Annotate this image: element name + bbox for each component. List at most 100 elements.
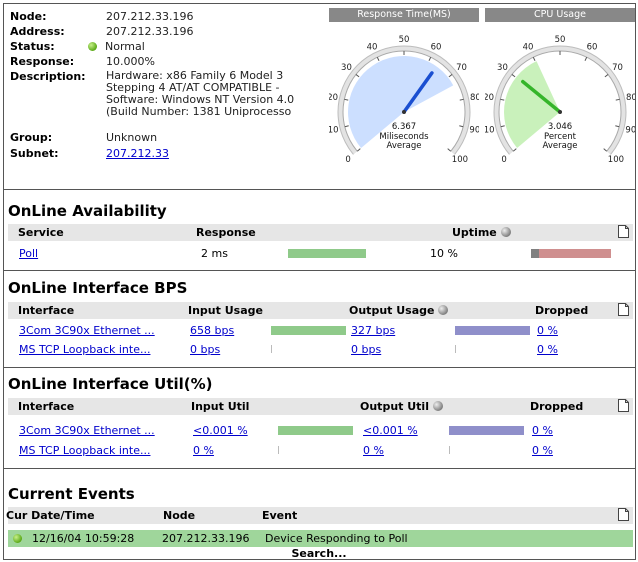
- group-value: Unknown: [106, 131, 158, 144]
- sort-icon[interactable]: [438, 305, 449, 315]
- gauge-scale-label: 80: [626, 93, 635, 103]
- col-uptime-label: Uptime: [452, 226, 497, 239]
- gauge-scale-label: 50: [555, 35, 566, 45]
- table-row: MS TCP Loopback inte... 0 % 0 % 0 %: [8, 442, 633, 459]
- col-output-usage[interactable]: Output Usage: [349, 304, 449, 317]
- output-usage-bar: [455, 345, 456, 353]
- input-util-bar: [278, 446, 279, 454]
- sort-icon[interactable]: [432, 401, 443, 411]
- gauge-hub: [402, 110, 406, 114]
- interface-link[interactable]: 3Com 3C90x Ethernet ...: [19, 324, 155, 337]
- event-node: 207.212.33.196: [162, 532, 250, 545]
- event-row[interactable]: 12/16/04 10:59:28 207.212.33.196 Device …: [8, 530, 633, 547]
- sort-icon[interactable]: [500, 227, 511, 237]
- gauge-scale-label: 70: [612, 63, 623, 73]
- gauge-scale-label: 60: [587, 42, 598, 52]
- status-value: Normal: [88, 40, 145, 53]
- dropped-link[interactable]: 0 %: [537, 324, 558, 337]
- status-ok-icon: [88, 42, 97, 51]
- gauge-dial: 01020304050607080901006.367MilisecondsAv…: [329, 35, 479, 174]
- gauge-unit-sub: Average: [387, 141, 422, 151]
- input-usage-link[interactable]: 0 bps: [190, 343, 220, 356]
- document-icon[interactable]: [618, 303, 629, 316]
- description-line: (Build Number: 1381 Uniprocesso: [106, 105, 292, 118]
- section-divider: [3, 270, 636, 271]
- search-link[interactable]: Search...: [0, 547, 638, 560]
- availability-header: Service Response Uptime: [8, 224, 633, 241]
- bps-title: OnLine Interface BPS: [8, 279, 188, 297]
- node-value: 207.212.33.196: [106, 10, 194, 23]
- response-label: Response:: [10, 55, 75, 68]
- gauge-scale-label: 10: [485, 126, 495, 136]
- col-interface: Interface: [18, 304, 75, 317]
- output-util-bar: [449, 426, 524, 435]
- input-util-link[interactable]: <0.001 %: [193, 424, 248, 437]
- status-text: Normal: [105, 40, 145, 53]
- document-icon[interactable]: [618, 225, 629, 238]
- input-util-link[interactable]: 0 %: [193, 444, 214, 457]
- gauge-scale-label: 0: [501, 155, 506, 165]
- output-util-link[interactable]: <0.001 %: [363, 424, 418, 437]
- interface-link[interactable]: MS TCP Loopback inte...: [19, 343, 150, 356]
- subnet-label: Subnet:: [10, 147, 59, 160]
- event-datetime: 12/16/04 10:59:28: [32, 532, 135, 545]
- bps-header: Interface Input Usage Output Usage Dropp…: [8, 302, 633, 319]
- dropped-link[interactable]: 0 %: [537, 343, 558, 356]
- col-event: Event: [262, 509, 298, 522]
- output-usage-bar: [455, 326, 530, 335]
- col-uptime[interactable]: Uptime: [452, 226, 511, 239]
- gauge-scale-label: 70: [456, 63, 467, 73]
- response-bar: [288, 249, 367, 258]
- gauge-scale-label: 100: [608, 155, 624, 165]
- col-input-util: Input Util: [191, 400, 250, 413]
- service-link[interactable]: Poll: [19, 247, 38, 260]
- output-usage-link[interactable]: 0 bps: [351, 343, 381, 356]
- events-header: Cur Date/Time Node Event: [6, 507, 633, 524]
- section-divider: [3, 367, 636, 368]
- address-label: Address:: [10, 25, 65, 38]
- gauge-title: CPU Usage: [485, 8, 635, 22]
- util-title: OnLine Interface Util(%): [8, 375, 213, 393]
- table-row: Poll 2 ms 10 %: [8, 245, 633, 262]
- dropped-link[interactable]: 0 %: [532, 444, 553, 457]
- gauge-scale-label: 100: [452, 155, 468, 165]
- output-util-bar: [449, 446, 450, 454]
- subnet-value: 207.212.33: [106, 147, 169, 160]
- section-divider: [3, 189, 636, 190]
- interface-link[interactable]: 3Com 3C90x Ethernet ...: [19, 424, 155, 437]
- gauge-scale-label: 40: [367, 42, 378, 52]
- document-icon[interactable]: [618, 508, 629, 521]
- gauge-scale-label: 30: [341, 63, 352, 73]
- dropped-link[interactable]: 0 %: [532, 424, 553, 437]
- util-header: Interface Input Util Output Util Dropped: [8, 398, 633, 415]
- interface-link[interactable]: MS TCP Loopback inte...: [19, 444, 150, 457]
- col-output-util[interactable]: Output Util: [360, 400, 443, 413]
- col-node: Node: [163, 509, 196, 522]
- col-output-usage-label: Output Usage: [349, 304, 435, 317]
- event-status-icon: [13, 534, 22, 543]
- input-usage-link[interactable]: 658 bps: [190, 324, 234, 337]
- event-description: Device Responding to Poll: [265, 532, 408, 545]
- uptime-cell: 10 %: [430, 247, 458, 260]
- gauge-dial: 01020304050607080901003.046PercentAverag…: [485, 35, 635, 174]
- availability-title: OnLine Availability: [8, 202, 167, 220]
- address-value: 207.212.33.196: [106, 25, 194, 38]
- table-row: 3Com 3C90x Ethernet ... <0.001 % <0.001 …: [8, 422, 633, 439]
- col-output-util-label: Output Util: [360, 400, 429, 413]
- uptime-bar: [531, 249, 611, 258]
- events-title: Current Events: [8, 485, 135, 503]
- input-usage-bar: [271, 345, 272, 353]
- table-row: MS TCP Loopback inte... 0 bps 0 bps 0 %: [8, 341, 633, 358]
- gauge-scale-label: 30: [497, 63, 508, 73]
- subnet-link[interactable]: 207.212.33: [106, 147, 169, 160]
- status-label: Status:: [10, 40, 55, 53]
- output-usage-link[interactable]: 327 bps: [351, 324, 395, 337]
- col-service: Service: [18, 226, 64, 239]
- col-dropped: Dropped: [530, 400, 584, 413]
- gauge-scale-label: 0: [345, 155, 350, 165]
- output-util-link[interactable]: 0 %: [363, 444, 384, 457]
- document-icon[interactable]: [618, 399, 629, 412]
- gauge-scale-label: 60: [431, 42, 442, 52]
- gauge-scale-label: 10: [329, 126, 339, 136]
- response-cell: 2 ms: [201, 247, 228, 260]
